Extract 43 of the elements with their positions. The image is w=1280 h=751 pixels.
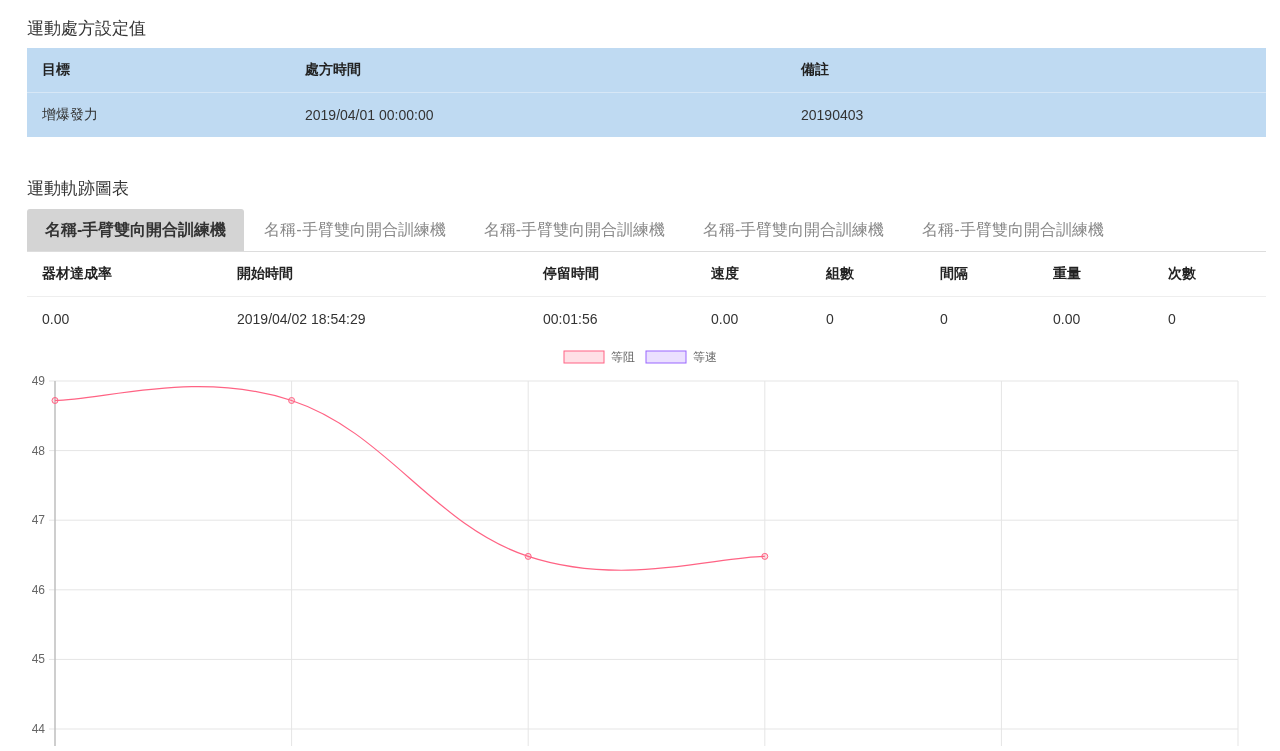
tab[interactable]: 名稱-手臂雙向開合訓練機 bbox=[904, 209, 1122, 251]
tab[interactable]: 名稱-手臂雙向開合訓練機 bbox=[27, 209, 245, 251]
table-cell: 2019/04/02 18:54:29 bbox=[222, 296, 528, 341]
legend-item[interactable]: 等速 bbox=[645, 350, 717, 364]
table-cell: 0 bbox=[925, 296, 1038, 341]
column-header: 次數 bbox=[1153, 252, 1266, 297]
table-cell: 0.00 bbox=[27, 296, 222, 341]
column-header: 重量 bbox=[1038, 252, 1153, 297]
axis-tick-label: 47 bbox=[31, 513, 45, 528]
axis-tick-label: 45 bbox=[31, 652, 45, 667]
axis-tick-label: 44 bbox=[31, 722, 45, 736]
data-point bbox=[288, 397, 296, 404]
data-point bbox=[761, 552, 769, 560]
column-header: 組數 bbox=[811, 252, 925, 297]
column-header: 目標 bbox=[27, 48, 290, 93]
legend-item[interactable]: 等阻 bbox=[563, 350, 635, 364]
table-cell: 20190403 bbox=[786, 92, 1266, 137]
column-header: 器材達成率 bbox=[27, 252, 222, 297]
section-title: 運動處方設定值 bbox=[27, 18, 147, 40]
column-header: 處方時間 bbox=[290, 48, 786, 93]
axis-tick-label: 49 bbox=[31, 374, 45, 388]
axis-tick-label: 46 bbox=[31, 582, 45, 597]
tab[interactable]: 名稱-手臂雙向開合訓練機 bbox=[685, 209, 903, 251]
table-cell: 2019/04/01 00:00:00 bbox=[290, 92, 786, 137]
column-header: 開始時間 bbox=[222, 252, 528, 297]
data-point bbox=[524, 552, 532, 560]
table-cell: 00:01:56 bbox=[528, 296, 696, 341]
column-header: 備註 bbox=[786, 48, 1266, 93]
column-header: 間隔 bbox=[925, 252, 1038, 297]
table-cell: 0.00 bbox=[1038, 296, 1153, 341]
axis-tick-label: 48 bbox=[31, 443, 45, 458]
table-cell: 增爆發力 bbox=[27, 92, 290, 137]
tab[interactable]: 名稱-手臂雙向開合訓練機 bbox=[465, 209, 683, 251]
legend-label: 等阻 bbox=[611, 350, 635, 364]
table-cell: 0 bbox=[1153, 296, 1266, 341]
tab[interactable]: 名稱-手臂雙向開合訓練機 bbox=[246, 209, 464, 251]
column-header: 停留時間 bbox=[528, 252, 696, 297]
section-title: 運動軌跡圖表 bbox=[27, 178, 130, 200]
data-point bbox=[51, 397, 59, 404]
table-cell: 0.00 bbox=[696, 296, 811, 341]
table-cell: 0 bbox=[811, 296, 925, 341]
legend-label: 等速 bbox=[693, 350, 717, 364]
column-header: 速度 bbox=[696, 252, 811, 297]
